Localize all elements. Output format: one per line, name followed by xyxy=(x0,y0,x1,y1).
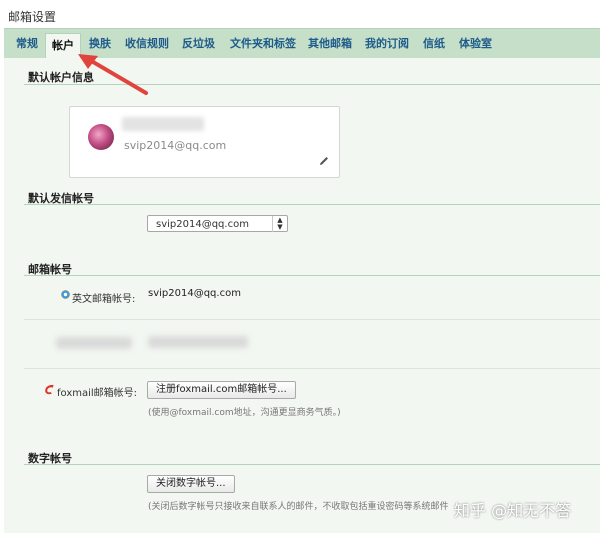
digital-account-hint: (关闭后数字帐号只接收来自联系人的邮件，不收取包括重设密码等系统邮件在内的其他邮… xyxy=(148,502,448,512)
chevron-updown-icon: ▲ ▼ xyxy=(272,216,287,232)
row-divider xyxy=(24,368,600,369)
foxmail-icon xyxy=(45,384,54,395)
tab-folders-labels[interactable]: 文件夹和标签 xyxy=(230,35,296,51)
close-digital-account-button[interactable]: 关闭数字帐号... xyxy=(147,475,235,493)
blurred-row-label xyxy=(56,337,132,349)
blurred-nickname xyxy=(122,117,204,131)
foxmail-account-label: foxmail邮箱帐号: xyxy=(57,388,138,399)
default-sender-select[interactable]: svip2014@qq.com ▲ ▼ xyxy=(147,215,288,232)
annotation-arrow-icon xyxy=(78,54,148,95)
foxmail-hint: (使用@foxmail.com地址，沟通更显商务气质。) xyxy=(148,408,341,418)
tab-skin[interactable]: 换肤 xyxy=(89,35,111,51)
tab-other-mailboxes[interactable]: 其他邮箱 xyxy=(308,35,352,51)
page-title: 邮箱设置 xyxy=(8,10,57,24)
account-card: svip2014@qq.com xyxy=(69,106,340,178)
select-value: svip2014@qq.com xyxy=(156,219,249,230)
tab-lab[interactable]: 体验室 xyxy=(459,35,492,51)
section-divider xyxy=(24,464,600,465)
row-divider xyxy=(24,319,600,320)
english-account-label: 英文邮箱帐号: xyxy=(72,294,136,305)
pencil-icon[interactable] xyxy=(318,155,330,167)
tab-general[interactable]: 常规 xyxy=(16,35,38,51)
account-email: svip2014@qq.com xyxy=(124,139,227,152)
english-account-value: svip2014@qq.com xyxy=(148,288,241,299)
section-divider xyxy=(24,204,600,205)
avatar xyxy=(88,124,114,150)
section-divider xyxy=(24,275,600,276)
blurred-row-value xyxy=(148,336,248,348)
tab-mail-rules[interactable]: 收信规则 xyxy=(125,35,169,51)
register-foxmail-button[interactable]: 注册foxmail.com邮箱帐号... xyxy=(147,381,296,399)
tab-my-subscriptions[interactable]: 我的订阅 xyxy=(365,35,409,51)
qq-mail-icon xyxy=(61,290,70,299)
tab-anti-spam[interactable]: 反垃圾 xyxy=(182,35,215,51)
tab-stationery[interactable]: 信纸 xyxy=(423,35,445,51)
watermark: 知乎 @知无不答 xyxy=(454,501,572,520)
